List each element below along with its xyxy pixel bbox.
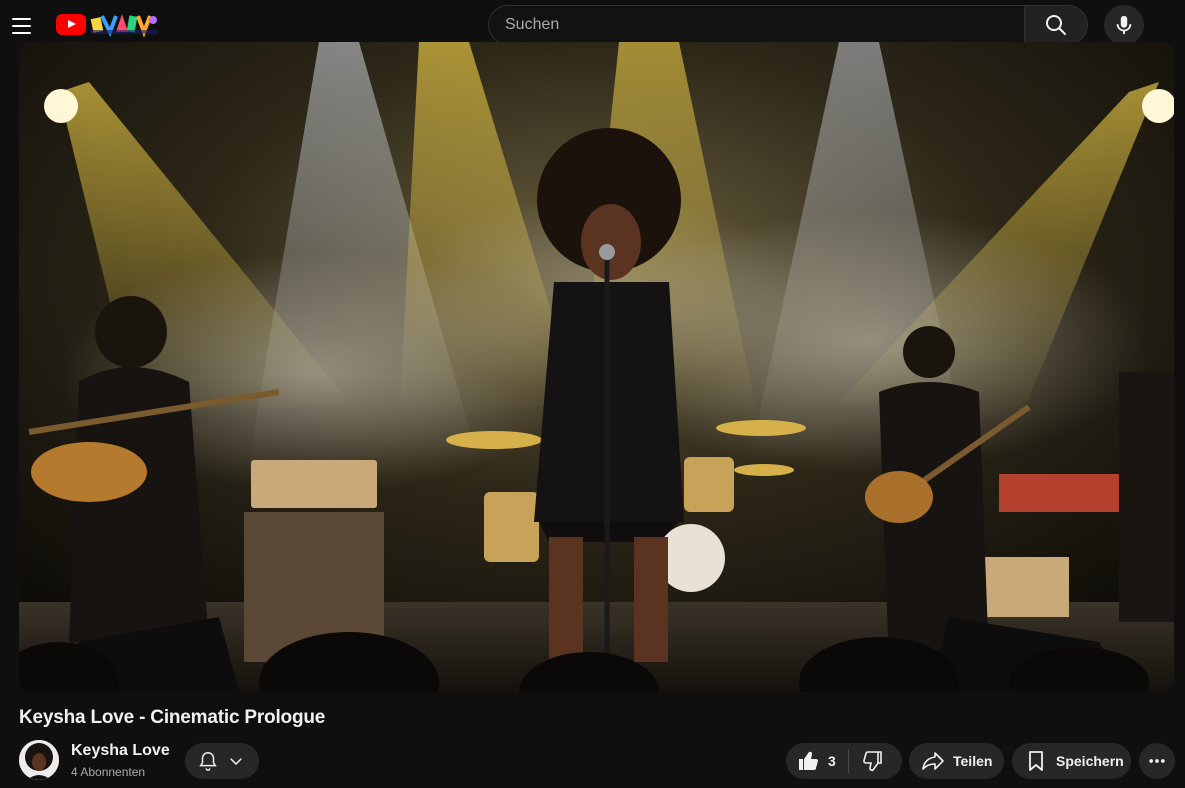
bookmark-icon xyxy=(1029,751,1043,771)
like-dislike-group: 3 xyxy=(786,743,902,779)
notification-bell-button[interactable] xyxy=(185,743,259,779)
subscriber-count: 4 Abonnenten xyxy=(71,765,146,779)
bell-icon xyxy=(199,752,217,771)
share-label: Teilen xyxy=(953,753,993,769)
youtube-logo-icon[interactable] xyxy=(56,14,86,35)
video-player[interactable] xyxy=(19,42,1174,692)
search-icon xyxy=(1046,15,1066,35)
voice-search-button[interactable] xyxy=(1104,5,1144,45)
thumbs-down-icon xyxy=(862,751,882,772)
share-button[interactable]: Teilen xyxy=(909,743,1004,779)
microphone-icon xyxy=(1116,15,1132,35)
more-actions-button[interactable] xyxy=(1139,743,1175,779)
channel-name[interactable]: Keysha Love xyxy=(71,742,170,760)
share-icon xyxy=(922,752,944,770)
search-button[interactable] xyxy=(1024,5,1088,45)
like-button[interactable]: 3 xyxy=(796,749,849,773)
video-title: Keysha Love - Cinematic Prologue xyxy=(19,707,326,728)
search-input[interactable] xyxy=(489,6,1025,44)
dislike-button[interactable] xyxy=(849,749,885,773)
avatar-image xyxy=(19,740,59,780)
video-frame-concert-stage xyxy=(19,42,1174,692)
thumbs-up-icon xyxy=(799,751,818,770)
hamburger-menu-icon[interactable] xyxy=(8,9,34,43)
like-count: 3 xyxy=(828,753,836,769)
save-button[interactable]: Speichern xyxy=(1012,743,1131,779)
chevron-down-icon xyxy=(230,758,242,766)
more-horizontal-icon xyxy=(1149,759,1165,763)
youtube-doodle-logo[interactable] xyxy=(90,10,158,38)
channel-avatar[interactable] xyxy=(19,740,59,780)
search-box xyxy=(488,5,1025,45)
save-label: Speichern xyxy=(1056,753,1124,769)
